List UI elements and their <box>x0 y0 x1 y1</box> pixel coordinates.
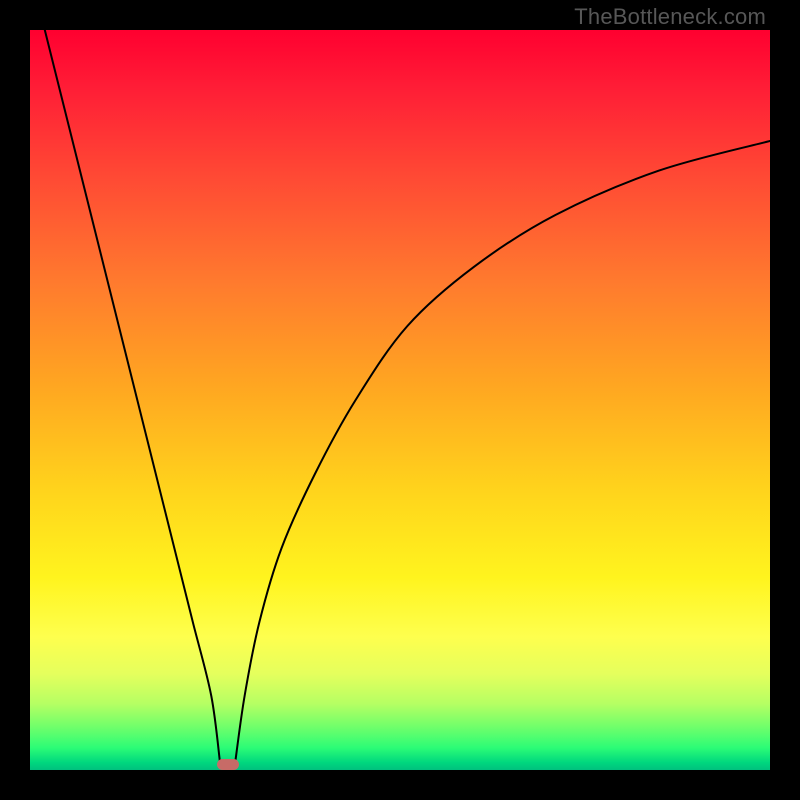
plot-area <box>30 30 770 770</box>
chart-frame: TheBottleneck.com <box>0 0 800 800</box>
curve-right <box>235 141 770 764</box>
watermark-text: TheBottleneck.com <box>574 4 766 30</box>
curve-left <box>45 30 220 764</box>
curve-svg <box>30 30 770 770</box>
vertex-marker <box>217 759 239 770</box>
